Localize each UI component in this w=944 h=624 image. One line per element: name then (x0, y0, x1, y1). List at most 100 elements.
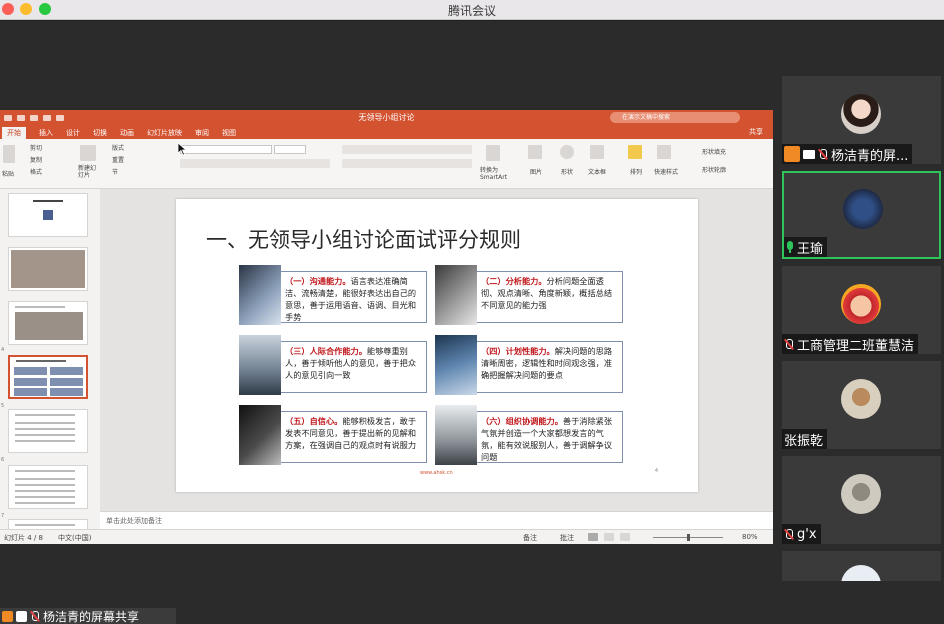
slide-number: 4 (654, 468, 658, 474)
shapes-label: 形状 (561, 169, 574, 176)
participant-name: 张振乾 (784, 433, 824, 449)
participant-name-bar: g'x (782, 524, 821, 544)
tab-design[interactable]: 设计 (66, 128, 80, 138)
copy-button[interactable]: 复制 (30, 155, 42, 164)
zoom-level[interactable]: 80% (742, 533, 758, 541)
rule-card[interactable]: （四）计划性能力。解决问题的思路清晰周密，逻辑性和时间观念强，准确把握解决问题的… (435, 335, 623, 395)
participant-tile[interactable] (782, 551, 941, 581)
participant-tile-speaking[interactable]: 王瑜 (782, 171, 941, 259)
person-icon (2, 610, 13, 622)
normal-view-icon[interactable] (588, 533, 598, 541)
ppt-share-button[interactable]: 共享 (749, 127, 763, 137)
tab-view[interactable]: 视图 (222, 128, 236, 138)
picture-icon[interactable] (528, 145, 542, 159)
notes-toggle-button[interactable]: 备注 (523, 533, 537, 543)
new-slide-icon[interactable] (80, 145, 96, 161)
slide-editing-canvas: 一、无领导小组讨论面试评分规则 （一）沟通能力。语言表达准确简洁、流畅清楚，能很… (100, 189, 773, 511)
rule-card[interactable]: （一）沟通能力。语言表达准确简洁、流畅清楚，能很好表达出自己的意思，善于运用语音… (239, 265, 427, 325)
layout-button[interactable]: 版式 (112, 143, 124, 152)
participant-avatar (841, 474, 881, 514)
font-size-select[interactable] (274, 145, 306, 154)
slide-thumbnail[interactable] (8, 193, 88, 237)
new-slide-label: 新建幻灯片 (78, 165, 97, 179)
font-format-toolbar[interactable] (180, 159, 330, 168)
screen-share-label: 杨洁青的屏幕共享 (0, 608, 176, 624)
tab-transitions[interactable]: 切换 (93, 128, 107, 138)
section-button[interactable]: 节 (112, 167, 118, 176)
format-painter-button[interactable]: 格式 (30, 167, 42, 176)
tab-slideshow[interactable]: 幻灯片放映 (147, 128, 182, 138)
tab-home[interactable]: 开始 (2, 126, 26, 139)
cut-button[interactable]: 剪切 (30, 143, 42, 152)
card-image (435, 405, 477, 465)
participant-name-bar: 张振乾 (782, 429, 828, 449)
rule-card[interactable]: （二）分析能力。分析问题全面透彻、观点清晰、角度新颖，概括总结不同意见的能力强 (435, 265, 623, 325)
paragraph-toolbar[interactable] (342, 145, 472, 154)
powerpoint-window: 无领导小组讨论 在演示文稿中搜索 开始 插入 设计 切换 动画 幻灯片放映 审阅… (0, 110, 773, 544)
slide-sorter-icon[interactable] (604, 533, 614, 541)
arrange-icon[interactable] (628, 145, 642, 159)
slide-thumbnail-active[interactable] (8, 355, 88, 399)
language-indicator: 中文(中国) (58, 534, 92, 542)
participant-avatar (841, 94, 881, 134)
mouse-cursor-icon (178, 143, 187, 156)
card-heading: （四）计划性能力。 (481, 346, 555, 356)
participant-tile[interactable]: 工商管理二班董慧洁 (782, 266, 941, 354)
font-family-select[interactable] (180, 145, 272, 154)
notes-input[interactable]: 单击此处添加备注 (100, 511, 773, 529)
ppt-titlebar: 无领导小组讨论 在演示文稿中搜索 (0, 110, 773, 126)
window-title: 腾讯会议 (447, 4, 496, 18)
slide-thumbnail[interactable] (8, 465, 88, 509)
card-image (239, 265, 281, 325)
slide-thumbnail[interactable] (8, 409, 88, 453)
alignment-toolbar[interactable] (342, 159, 472, 168)
convert-smartart-label: 转换为SmartArt (480, 167, 508, 181)
rule-card[interactable]: （三）人际合作能力。能够尊重别人，善于倾听他人的意见，善于把众人的意见引向一致 (239, 335, 427, 395)
textbox-icon[interactable] (590, 145, 604, 159)
picture-label: 图片 (530, 169, 543, 176)
mic-off-icon (784, 528, 794, 540)
ppt-search-input[interactable]: 在演示文稿中搜索 (610, 112, 740, 123)
comments-toggle-button[interactable]: 批注 (560, 533, 574, 543)
current-slide[interactable]: 一、无领导小组讨论面试评分规则 （一）沟通能力。语言表达准确简洁、流畅清楚，能很… (176, 199, 698, 492)
participant-tile[interactable]: g'x (782, 456, 941, 544)
person-icon (784, 146, 800, 162)
participant-name-bar: 杨洁青的屏... (782, 144, 913, 164)
participant-tile[interactable]: 杨洁青的屏... (782, 76, 941, 164)
rule-card[interactable]: （六）组织协调能力。善于消除紧张气氛并创造一个大家都想发言的气氛，能有效说服别人… (435, 405, 623, 465)
quick-styles-label: 快速样式 (654, 169, 679, 176)
slide-title[interactable]: 一、无领导小组讨论面试评分规则 (206, 224, 521, 254)
zoom-slider-handle[interactable] (687, 534, 690, 541)
tab-animations[interactable]: 动画 (120, 128, 134, 138)
tab-insert[interactable]: 插入 (39, 128, 53, 138)
paste-label: 粘贴 (2, 171, 15, 178)
smartart-icon[interactable] (486, 145, 500, 161)
window-titlebar: 腾讯会议 (0, 0, 944, 20)
participant-name: 王瑜 (797, 241, 824, 257)
participant-name: 工商管理二班董慧洁 (797, 338, 915, 354)
quick-styles-icon[interactable] (657, 145, 671, 159)
mic-off-icon (784, 338, 794, 350)
arrange-label: 排列 (630, 169, 643, 176)
shapes-icon[interactable] (560, 145, 574, 159)
tab-review[interactable]: 审阅 (195, 128, 209, 138)
shape-outline-button[interactable]: 形状轮廓 (702, 165, 726, 174)
screen-share-icon (803, 149, 815, 159)
card-heading: （五）自信心。 (285, 416, 343, 426)
shape-fill-button[interactable]: 形状填充 (702, 147, 726, 156)
participant-name-bar: 工商管理二班董慧洁 (782, 334, 919, 354)
rule-card[interactable]: （五）自信心。能够积极发言，敢于发表不同意见，善于提出新的见解和方案，在强调自己… (239, 405, 427, 465)
reading-view-icon[interactable] (620, 533, 630, 541)
paste-icon[interactable] (3, 145, 15, 163)
textbox-label: 文本框 (588, 169, 607, 176)
card-image (239, 335, 281, 395)
participant-name: 杨洁青的屏... (831, 148, 909, 164)
card-heading: （二）分析能力。 (481, 276, 547, 286)
ppt-ribbon: 粘贴 剪切 复制 格式 新建幻灯片 版式 重置 节 转换为SmartArt 图片… (0, 139, 773, 189)
slide-thumbnail[interactable] (8, 247, 88, 291)
reset-button[interactable]: 重置 (112, 155, 124, 164)
participant-tile[interactable]: 张振乾 (782, 361, 941, 449)
mic-off-icon (818, 148, 828, 160)
slide-thumbnail[interactable] (8, 301, 88, 345)
card-image (435, 265, 477, 325)
